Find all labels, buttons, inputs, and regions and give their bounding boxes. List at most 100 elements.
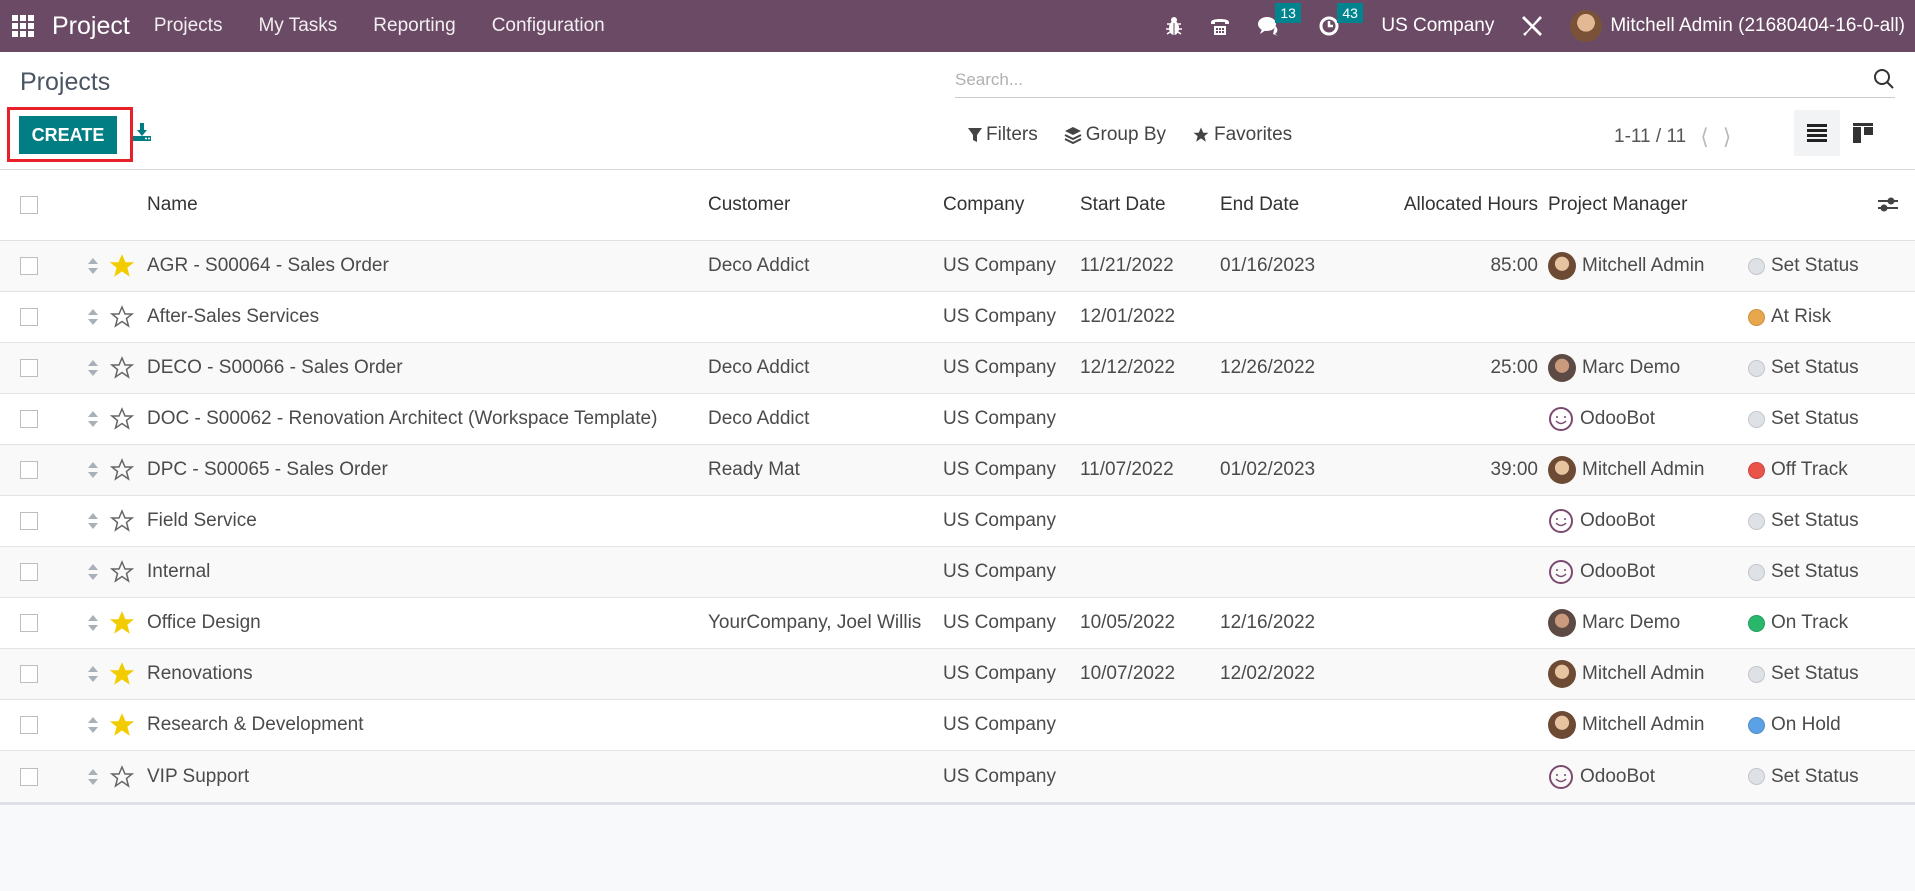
column-name[interactable]: Name [147, 194, 198, 216]
project-status[interactable]: On Hold [1748, 714, 1841, 736]
user-avatar[interactable] [1570, 10, 1603, 42]
project-name[interactable]: VIP Support [147, 766, 249, 788]
optional-columns-icon[interactable] [1877, 195, 1899, 215]
menu-reporting[interactable]: Reporting [373, 15, 455, 37]
table-row[interactable]: DECO - S00066 - Sales Order Deco Addict … [0, 343, 1915, 394]
favorite-star-icon[interactable] [110, 356, 134, 380]
menu-projects[interactable]: Projects [154, 15, 223, 37]
project-status[interactable]: At Risk [1748, 306, 1831, 328]
project-name[interactable]: Research & Development [147, 714, 364, 736]
project-status[interactable]: Set Status [1748, 255, 1859, 277]
user-menu[interactable]: Mitchell Admin (21680404-16-0-all) [1610, 15, 1905, 37]
project-status[interactable]: Set Status [1748, 561, 1859, 583]
favorite-star-icon[interactable] [110, 764, 134, 789]
project-status[interactable]: Set Status [1748, 510, 1859, 532]
project-status[interactable]: Off Track [1748, 459, 1848, 481]
select-all-checkbox[interactable] [20, 196, 38, 214]
project-status[interactable]: Set Status [1748, 357, 1859, 379]
project-manager[interactable]: OdooBot [1548, 559, 1655, 585]
table-row[interactable]: After-Sales Services US Company 12/01/20… [0, 292, 1915, 343]
drag-handle-icon[interactable] [87, 716, 99, 734]
project-name[interactable]: DPC - S00065 - Sales Order [147, 459, 388, 481]
menu-configuration[interactable]: Configuration [492, 15, 605, 37]
debug-button[interactable] [1165, 16, 1183, 36]
groupby-button[interactable]: Group By [1064, 124, 1166, 146]
project-status[interactable]: Set Status [1748, 408, 1859, 430]
table-row[interactable]: DPC - S00065 - Sales Order Ready Mat US … [0, 445, 1915, 496]
column-end-date[interactable]: End Date [1220, 194, 1299, 216]
kanban-view-button[interactable] [1840, 110, 1886, 156]
settings-shortcut-button[interactable] [1520, 14, 1544, 38]
import-button[interactable] [132, 122, 152, 142]
search-icon[interactable] [1873, 68, 1895, 90]
row-checkbox[interactable] [20, 563, 38, 581]
project-name[interactable]: After-Sales Services [147, 306, 319, 328]
drag-handle-icon[interactable] [87, 512, 99, 530]
table-row[interactable]: Renovations US Company 10/07/2022 12/02/… [0, 649, 1915, 700]
project-manager[interactable]: Marc Demo [1548, 609, 1680, 637]
messaging-button[interactable]: 13 [1257, 3, 1301, 36]
column-start-date[interactable]: Start Date [1080, 194, 1166, 216]
favorite-star-icon[interactable] [110, 254, 134, 278]
project-manager[interactable]: OdooBot [1548, 764, 1655, 790]
drag-handle-icon[interactable] [87, 614, 99, 632]
row-checkbox[interactable] [20, 257, 38, 275]
table-row[interactable]: DOC - S00062 - Renovation Architect (Wor… [0, 394, 1915, 445]
drag-handle-icon[interactable] [87, 410, 99, 428]
list-view-button[interactable] [1794, 110, 1840, 156]
table-row[interactable]: Field Service US Company OdooBot Set Sta… [0, 496, 1915, 547]
row-checkbox[interactable] [20, 359, 38, 377]
column-allocated-hours[interactable]: Allocated Hours [1360, 194, 1538, 216]
filters-button[interactable]: Filters [968, 124, 1038, 146]
favorite-star-icon[interactable] [110, 611, 134, 635]
project-name[interactable]: DOC - S00062 - Renovation Architect (Wor… [147, 408, 657, 430]
column-project-manager[interactable]: Project Manager [1548, 194, 1687, 216]
row-checkbox[interactable] [20, 767, 38, 786]
activity-button[interactable]: 43 [1319, 3, 1363, 36]
table-row[interactable]: AGR - S00064 - Sales Order Deco Addict U… [0, 241, 1915, 292]
drag-handle-icon[interactable] [87, 461, 99, 479]
favorite-star-icon[interactable] [110, 407, 134, 431]
row-checkbox[interactable] [20, 308, 38, 326]
row-checkbox[interactable] [20, 716, 38, 734]
table-row[interactable]: VIP Support US Company OdooBot Set Statu… [0, 751, 1915, 802]
project-name[interactable]: Field Service [147, 510, 257, 532]
favorite-star-icon[interactable] [110, 713, 134, 737]
table-row[interactable]: Internal US Company OdooBot Set Status [0, 547, 1915, 598]
row-checkbox[interactable] [20, 512, 38, 530]
row-checkbox[interactable] [20, 461, 38, 479]
favorite-star-icon[interactable] [110, 458, 134, 482]
app-name[interactable]: Project [52, 12, 130, 41]
project-name[interactable]: AGR - S00064 - Sales Order [147, 255, 389, 277]
favorite-star-icon[interactable] [110, 509, 134, 533]
favorite-star-icon[interactable] [110, 560, 134, 584]
project-status[interactable]: Set Status [1748, 663, 1859, 685]
project-status[interactable]: On Track [1748, 612, 1848, 634]
project-manager[interactable]: Mitchell Admin [1548, 711, 1705, 739]
pager-next-icon[interactable]: ⟩ [1723, 124, 1732, 150]
project-manager[interactable]: Mitchell Admin [1548, 660, 1705, 688]
row-checkbox[interactable] [20, 665, 38, 683]
table-row[interactable]: Office Design YourCompany, Joel Willis U… [0, 598, 1915, 649]
search-input[interactable] [955, 69, 1845, 90]
menu-my-tasks[interactable]: My Tasks [258, 15, 337, 37]
voip-button[interactable] [1209, 16, 1231, 36]
favorite-star-icon[interactable] [110, 305, 134, 329]
row-checkbox[interactable] [20, 410, 38, 428]
column-customer[interactable]: Customer [708, 194, 790, 216]
create-button[interactable]: CREATE [19, 116, 117, 154]
pager-previous-icon[interactable]: ⟨ [1700, 124, 1709, 150]
drag-handle-icon[interactable] [87, 257, 99, 275]
drag-handle-icon[interactable] [87, 308, 99, 326]
favorites-button[interactable]: Favorites [1192, 124, 1292, 146]
project-name[interactable]: Office Design [147, 612, 261, 634]
project-name[interactable]: Renovations [147, 663, 253, 685]
project-manager[interactable]: OdooBot [1548, 508, 1655, 534]
column-company[interactable]: Company [943, 194, 1024, 216]
project-manager[interactable]: OdooBot [1548, 406, 1655, 432]
project-manager[interactable]: Mitchell Admin [1548, 252, 1705, 280]
row-checkbox[interactable] [20, 614, 38, 632]
project-manager[interactable]: Marc Demo [1548, 354, 1680, 382]
project-status[interactable]: Set Status [1748, 766, 1859, 788]
drag-handle-icon[interactable] [87, 563, 99, 581]
